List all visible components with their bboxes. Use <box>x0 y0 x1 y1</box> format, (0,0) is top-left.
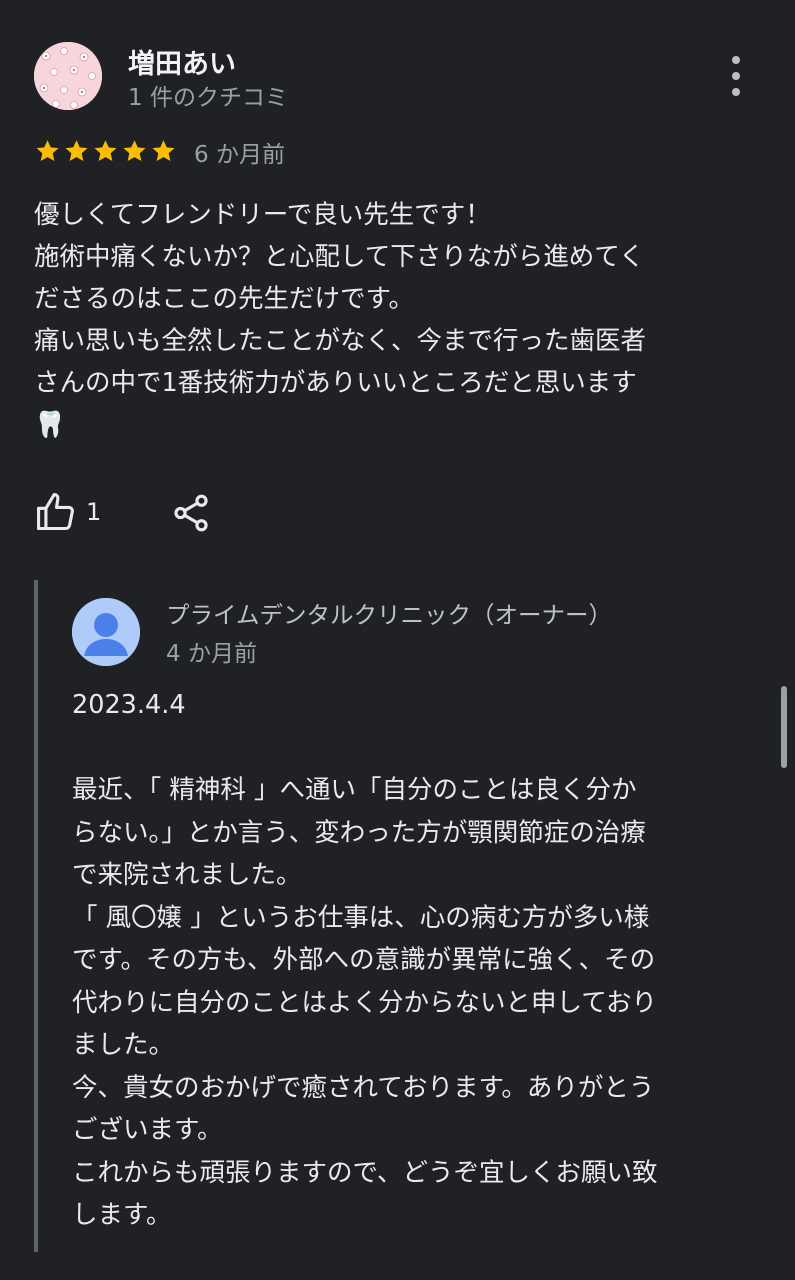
star-icon <box>123 140 146 161</box>
thumb-up-icon <box>37 493 74 531</box>
owner-avatar[interactable] <box>72 598 140 666</box>
more-options-button[interactable] <box>718 56 754 96</box>
review-date: 6 か月前 <box>194 142 285 168</box>
star-icon <box>152 140 175 161</box>
scrollbar[interactable] <box>781 686 787 768</box>
share-button[interactable] <box>170 492 212 534</box>
floral-pattern-avatar-icon <box>34 42 102 110</box>
star-icon <box>94 140 117 161</box>
reply-text: 2023.4.4 最近、「 精神科 」へ通い「自分のことは良く分か らない。」と… <box>72 690 658 1230</box>
star-rating <box>34 138 177 165</box>
like-count: 1 <box>86 498 102 526</box>
share-icon <box>174 494 208 532</box>
star-icon <box>65 140 88 161</box>
person-icon <box>72 598 140 666</box>
reviewer-review-count: 1 件のクチコミ <box>128 85 288 111</box>
like-button[interactable] <box>34 490 78 534</box>
owner-name: プライムデンタルクリニック（オーナー） <box>166 601 613 629</box>
reviewer-name[interactable]: 増田あい <box>128 42 236 81</box>
more-vert-icon <box>732 56 740 64</box>
reply-divider <box>34 580 38 1252</box>
review-text: 優しくてフレンドリーで良い先生です！ 施術中痛くないか？と心配して下さりながら進… <box>34 200 647 440</box>
star-icon <box>36 140 59 161</box>
reviewer-avatar[interactable] <box>34 42 102 110</box>
reply-date: 4 か月前 <box>166 641 257 667</box>
